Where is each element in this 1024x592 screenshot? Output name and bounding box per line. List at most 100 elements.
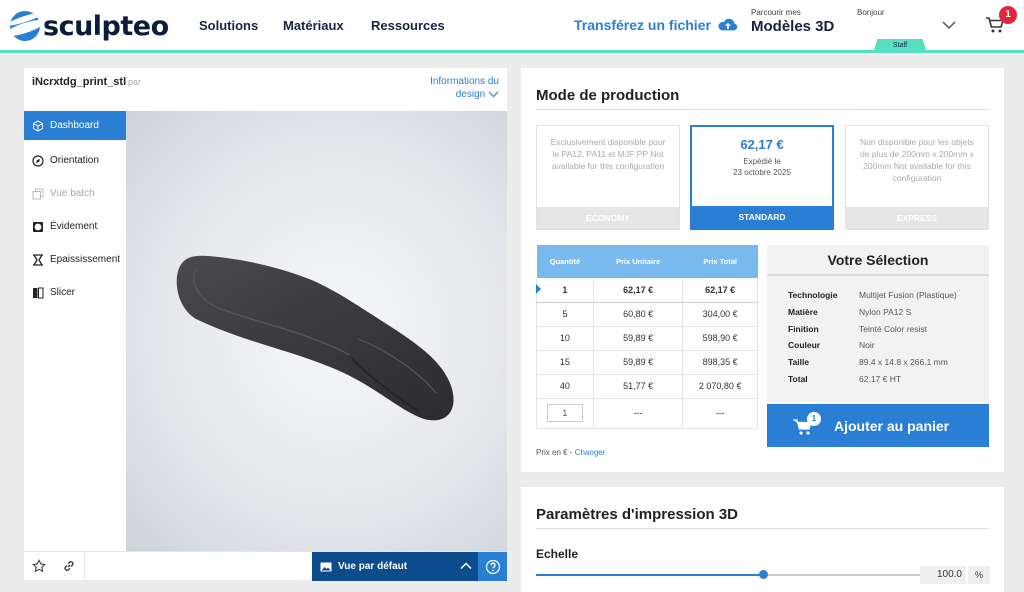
sidebar-item-slicer[interactable]: Slicer [24,276,126,309]
file-name: iNcrxtdg_print_stl [32,76,127,88]
selection-value: Noir [859,340,875,350]
change-currency-link[interactable]: Changer [575,448,606,457]
sidebar-item-label: Dashboard [50,120,99,131]
quantity-price-table: Quantité Prix Unitaire Prix Total 1 62,1… [536,245,758,429]
logo-icon [10,11,40,41]
hollow-icon [33,221,43,232]
share-link-icon[interactable] [62,559,76,573]
mode-express-desc: Non disponible pour les objets de plus d… [860,137,974,183]
mode-standard-label: STANDARD [692,206,832,228]
sidebar-item-batch-view: Vue batch [24,177,126,210]
file-author-label: par [128,77,142,87]
sidebar-item-label: Epaississement [50,254,121,265]
help-button[interactable] [478,552,507,581]
table-row[interactable]: 15 59,89 € 898,35 € [536,350,758,375]
sculpteo-logo[interactable]: sculpteo [10,9,169,43]
production-title: Mode de production [536,87,680,104]
sidebar-item-thickening[interactable]: Epaississement [24,243,126,276]
selection-value: 89.4 x 14.8 x 266.1 mm [859,357,948,367]
default-view-button[interactable]: Vue par défaut [312,552,478,581]
image-icon [320,562,332,571]
sidebar-item-hollowing[interactable]: Évidement [24,210,126,243]
custom-quantity-input[interactable]: 1 [546,404,583,422]
nav-materiaux[interactable]: Matériaux [283,18,344,33]
cube-icon [33,119,43,132]
scale-slider-handle[interactable] [759,570,768,579]
help-question-icon [485,559,500,574]
selection-key: Matière [788,307,818,317]
chevron-down-icon [488,91,499,98]
slicer-icon [33,287,44,298]
mode-card-standard[interactable]: 62,17 € Expédié le 23 octobre 2025 STAND… [690,125,834,230]
selection-value: 62.17 € HT [859,374,902,384]
price-currency-note: Prix en € - Changer [536,448,605,457]
sidebar-item-label: Slicer [50,287,76,298]
selected-row-indicator [536,284,541,294]
sidebar-item-label: Vue batch [50,188,95,199]
scale-slider-fill [536,574,763,576]
account-chevron-down-icon[interactable] [941,19,957,31]
selection-value: Teinté Color resist [859,324,928,334]
cloud-upload-icon [718,18,738,31]
qty-cell: 10 [536,326,594,351]
qty-cell: 1 [536,398,594,429]
ship-label: Expédié le [743,157,781,166]
table-row[interactable]: 10 59,89 € 598,90 € [536,326,758,351]
custom-quantity-row: 1 --- --- [536,398,758,429]
sidebar-item-label: Évidement [50,221,98,232]
table-row[interactable]: 5 60,80 € 304,00 € [536,302,758,327]
selection-key: Total [788,374,808,384]
viewer-bottom-bar: Vue par défaut [24,551,507,581]
sidebar-item-dashboard[interactable]: Dashboard [24,111,126,140]
unit-cell: 51,77 € [593,374,684,399]
nav-ressources[interactable]: Ressources [371,18,445,33]
selection-row: Taille 89.4 x 14.8 x 266.1 mm [788,357,988,367]
selection-row: Total 62.17 € HT [788,374,988,384]
selection-title: Votre Sélection [767,245,989,276]
design-info-toggle[interactable]: Informations du design [409,75,499,101]
add-to-cart-badge: 1 [807,412,821,426]
selection-key: Couleur [788,340,821,350]
browse-label-small: Parcourir mes [751,8,801,17]
total-cell: 62,17 € [682,278,758,303]
ship-date: 23 octobre 2025 [733,168,791,177]
compass-icon [32,154,44,167]
mode-card-express: Non disponible pour les objets de plus d… [845,125,989,230]
selection-row: Finition Teinté Color resist [788,324,988,334]
sidebar-item-orientation[interactable]: Orientation [24,144,126,177]
selection-value: Multijet Fusion (Plastique) [859,290,957,300]
total-cell: --- [682,398,758,429]
selection-row: Couleur Noir [788,340,988,350]
favorite-star-icon[interactable] [32,559,46,573]
col-quantity: Quantité [536,245,594,278]
table-row[interactable]: 40 51,77 € 2 070,80 € [536,374,758,399]
your-selection-box: Votre Sélection Technologie Multijet Fusi… [767,245,989,402]
add-to-cart-button[interactable]: 1 Ajouter au panier [767,404,989,447]
production-panel: Mode de production Exclusivement disponi… [521,68,1004,472]
scale-input[interactable]: 100.0 [920,566,966,584]
nav-solutions[interactable]: Solutions [199,18,258,33]
selection-key: Technologie [788,290,838,300]
col-unit-price: Prix Unitaire [593,245,683,278]
qty-cell: 40 [536,374,594,399]
mode-card-economy: Exclusivement disponible pour le PA12, P… [536,125,680,230]
upload-file-link[interactable]: Transférez un fichier [574,17,739,33]
greeting: Bonjour [857,8,885,17]
3d-viewport[interactable] [126,111,507,551]
total-cell: 2 070,80 € [682,374,758,399]
my-3d-models-link[interactable]: Modèles 3D [751,18,834,35]
qty-cell: 15 [536,350,594,375]
thicken-icon [33,253,43,266]
scale-unit: % [968,566,990,584]
price-currency-label: Prix en € - [536,448,573,457]
selection-row: Technologie Multijet Fusion (Plastique) [788,290,988,300]
mode-economy-label: ECONOMY [537,207,679,229]
table-row[interactable]: 1 62,17 € 62,17 € [536,278,758,303]
chevron-up-icon [460,562,472,570]
selection-key: Taille [788,357,810,367]
insole-3d-model [176,255,454,421]
col-total-price: Prix Total [682,245,758,278]
parameters-title: Paramètres d'impression 3D [536,506,738,523]
bottom-bar-divider [84,552,85,581]
qty-cell: 5 [536,302,594,327]
